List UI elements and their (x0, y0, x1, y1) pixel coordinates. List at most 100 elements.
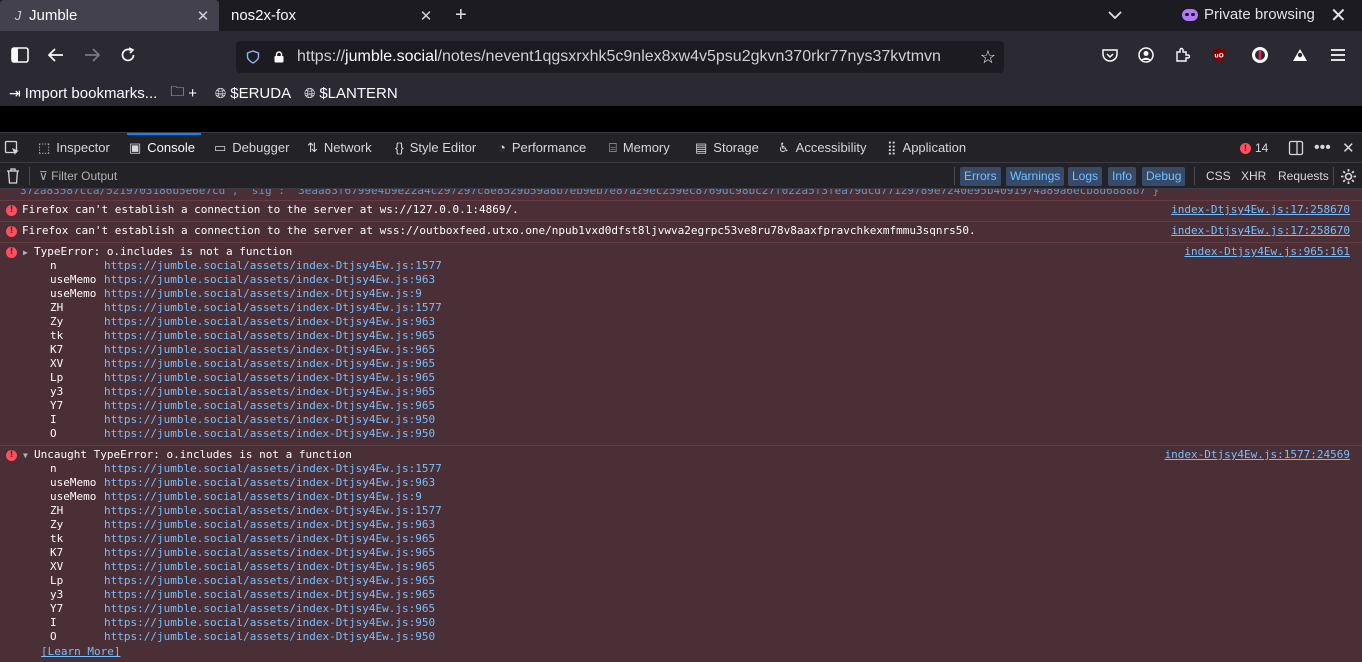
frame-source-link[interactable]: https://jumble.social/assets/index-Dtjsy… (104, 490, 422, 503)
tab-debugger[interactable]: ▭ Debugger (214, 133, 289, 162)
frame-source-link[interactable]: https://jumble.social/assets/index-Dtjsy… (104, 574, 435, 587)
sidebar-icon[interactable] (8, 43, 32, 67)
frame-source-link[interactable]: https://jumble.social/assets/index-Dtjsy… (104, 546, 435, 559)
chevron-down-icon[interactable] (1106, 6, 1124, 24)
frame-function-name: y3 (50, 385, 64, 398)
filter-info-button[interactable]: Info (1108, 167, 1137, 186)
private-browsing-indicator: Private browsing (1182, 6, 1315, 23)
frame-source-link[interactable]: https://jumble.social/assets/index-Dtjsy… (104, 399, 435, 412)
console-settings-gear-icon[interactable] (1340, 168, 1357, 185)
frame-source-link[interactable]: https://jumble.social/assets/index-Dtjsy… (104, 476, 435, 489)
frame-source-link[interactable]: https://jumble.social/assets/index-Dtjsy… (104, 371, 435, 384)
nos2x-extension-icon[interactable] (1248, 43, 1272, 67)
frame-source-link[interactable]: https://jumble.social/assets/index-Dtjsy… (104, 259, 442, 272)
bookmark-star-icon[interactable]: ☆ (980, 47, 996, 68)
pocket-icon[interactable] (1098, 43, 1122, 67)
back-icon[interactable] (44, 43, 68, 67)
frame-source-link[interactable]: https://jumble.social/assets/index-Dtjsy… (104, 630, 435, 643)
trash-icon[interactable] (6, 168, 20, 184)
error-count-badge[interactable]: ! 14 (1240, 141, 1268, 155)
frame-function-name: Lp (50, 574, 64, 587)
source-location-link[interactable]: index-Dtjsy4Ew.js:17:258670 (1171, 224, 1350, 237)
tab-accessibility[interactable]: ♿︎ Accessibility (778, 133, 866, 162)
bookmark-import[interactable]: ⇥ Import bookmarks... (9, 85, 157, 102)
tab-performance[interactable]: ◔ Performance (498, 133, 586, 162)
tab-console[interactable]: ▣ Console (127, 133, 201, 162)
frame-source-link[interactable]: https://jumble.social/assets/index-Dtjsy… (104, 560, 435, 573)
frame-source-link[interactable]: https://jumble.social/assets/index-Dtjsy… (104, 357, 435, 370)
frame-source-link[interactable]: https://jumble.social/assets/index-Dtjsy… (104, 532, 435, 545)
source-location-link[interactable]: index-Dtjsy4Ew.js:17:258670 (1171, 203, 1350, 216)
reload-icon[interactable] (116, 43, 140, 67)
stack-frame: K7 https://jumble.social/assets/index-Dtj… (50, 343, 435, 357)
stack-frame: n https://jumble.social/assets/index-Dtjs… (50, 462, 442, 476)
tab-application[interactable]: ⣿ Application (887, 133, 966, 162)
frame-source-link[interactable]: https://jumble.social/assets/index-Dtjsy… (104, 301, 442, 314)
stack-frame: useMemo https://jumble.social/assets/inde… (50, 476, 435, 490)
tab-storage[interactable]: ▤ Storage (695, 133, 759, 162)
extensions-icon[interactable] (1170, 43, 1194, 67)
source-location-link[interactable]: index-Dtjsy4Ew.js:1577:24569 (1165, 448, 1350, 461)
learn-more-link[interactable]: [Learn More] (41, 645, 120, 658)
url-text[interactable]: https://jumble.social/notes/nevent1qgsxr… (297, 48, 973, 66)
message-text: Uncaught TypeError: o.includes is not a … (34, 448, 352, 461)
menu-icon[interactable] (1326, 43, 1350, 67)
tab-inspector[interactable]: ⬚ Inspector (38, 133, 110, 162)
frame-source-link[interactable]: https://jumble.social/assets/index-Dtjsy… (104, 427, 435, 440)
extension-triangle-icon[interactable] (1288, 43, 1312, 67)
frame-source-link[interactable]: https://jumble.social/assets/index-Dtjsy… (104, 273, 435, 286)
filter-css-button[interactable]: CSS (1202, 167, 1235, 186)
frame-source-link[interactable]: https://jumble.social/assets/index-Dtjsy… (104, 518, 435, 531)
frame-source-link[interactable]: https://jumble.social/assets/index-Dtjsy… (104, 462, 442, 475)
close-devtools-icon[interactable]: ✕ (1342, 133, 1355, 162)
frame-source-link[interactable]: https://jumble.social/assets/index-Dtjsy… (104, 413, 435, 426)
collapse-twisty-icon[interactable]: ▼ (23, 451, 28, 460)
filter-warnings-button[interactable]: Warnings (1006, 167, 1065, 186)
bookmark-lantern[interactable]: 🌐︎ $LANTERN (304, 85, 398, 102)
more-options-icon[interactable]: ••• (1314, 133, 1331, 162)
account-icon[interactable] (1134, 43, 1158, 67)
frame-source-link[interactable]: https://jumble.social/assets/index-Dtjsy… (104, 385, 435, 398)
tab-label: Performance (511, 140, 587, 155)
frame-source-link[interactable]: https://jumble.social/assets/index-Dtjsy… (104, 504, 442, 517)
frame-source-link[interactable]: https://jumble.social/assets/index-Dtjsy… (104, 343, 435, 356)
frame-source-link[interactable]: https://jumble.social/assets/index-Dtjsy… (104, 602, 435, 615)
frame-function-name: n (50, 259, 57, 272)
expand-twisty-icon[interactable]: ▶ (23, 248, 28, 257)
frame-source-link[interactable]: https://jumble.social/assets/index-Dtjsy… (104, 315, 435, 328)
bookmark-eruda[interactable]: 🌐︎ $ERUDA (215, 85, 291, 102)
frame-source-link[interactable]: https://jumble.social/assets/index-Dtjsy… (104, 329, 435, 342)
window-close-icon[interactable]: ✕ (1330, 3, 1347, 28)
source-location-link[interactable]: index-Dtjsy4Ew.js:965:161 (1184, 245, 1350, 258)
bookmark-folder[interactable]: 🗀 + (170, 81, 197, 105)
filter-output-input[interactable]: ⊽ Filter Output (39, 169, 117, 183)
forward-icon[interactable] (80, 43, 104, 67)
tab-label: Console (147, 140, 195, 155)
tracking-protection-shield-icon[interactable] (246, 50, 260, 64)
filter-requests-button[interactable]: Requests (1274, 167, 1333, 186)
lock-icon[interactable] (273, 51, 285, 63)
stack-frame: ZH https://jumble.social/assets/index-Dtj… (50, 301, 442, 315)
devtools-toolbar: ⬚ Inspector ▣ Console ▭ Debugger ⇅ Network {… (0, 132, 1362, 162)
frame-source-link[interactable]: https://jumble.social/assets/index-Dtjsy… (104, 287, 422, 300)
tab-jumble[interactable]: J Jumble ✕ (0, 0, 219, 31)
dock-side-icon[interactable] (1288, 133, 1304, 162)
close-tab-icon[interactable]: ✕ (193, 7, 213, 25)
ublock-icon[interactable]: uO (1207, 43, 1231, 67)
close-tab-icon[interactable]: ✕ (416, 7, 436, 25)
filter-debug-button[interactable]: Debug (1142, 167, 1186, 186)
tab-nos2x-fox[interactable]: nos2x-fox ✕ (220, 0, 442, 31)
url-host: jumble.social (345, 48, 438, 65)
filter-logs-button[interactable]: Logs (1068, 167, 1103, 186)
tab-network[interactable]: ⇅ Network (307, 133, 372, 162)
filter-errors-button[interactable]: Errors (960, 167, 1001, 186)
style-editor-icon: {} (395, 140, 404, 155)
filter-xhr-button[interactable]: XHR (1237, 167, 1270, 186)
url-bar[interactable]: https://jumble.social/notes/nevent1qgsxr… (236, 41, 1004, 73)
element-picker-icon[interactable] (4, 133, 20, 162)
frame-source-link[interactable]: https://jumble.social/assets/index-Dtjsy… (104, 616, 435, 629)
frame-source-link[interactable]: https://jumble.social/assets/index-Dtjsy… (104, 588, 435, 601)
tab-memory[interactable]: ⌸ Memory (609, 133, 670, 162)
tab-style-editor[interactable]: {} Style Editor (395, 133, 476, 162)
new-tab-icon[interactable]: + (455, 4, 467, 27)
